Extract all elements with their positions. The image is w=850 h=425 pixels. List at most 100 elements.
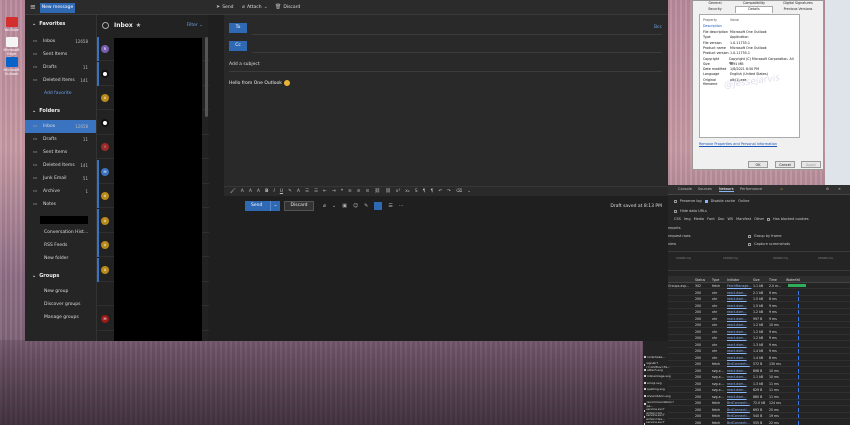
request-rows-option[interactable]: request rows (668, 234, 691, 238)
details-row[interactable]: Date modified 1/8/2021 8:50 PM (703, 67, 759, 71)
request-name-item[interactable]: node?ieke… (644, 355, 665, 359)
table-row[interactable]: 200 fetch BrdConnecti… 572 B 130 ms (668, 361, 850, 367)
apply-button[interactable]: Apply (801, 161, 821, 168)
table-row[interactable]: 200 svg-x… react-dom… 898 B 10 ms (668, 368, 850, 374)
table-row[interactable]: 200 fetch BrdConnecti… 555 B 22 ms (668, 420, 850, 425)
add-favorite-link[interactable]: Add favorite (44, 91, 72, 96)
table-row[interactable]: 200 xhr react-dom… 1.2 kB 9 ms (668, 329, 850, 335)
folder-link-new-folder[interactable]: New folder (44, 256, 68, 261)
groups-link-new-group[interactable]: New group (44, 289, 68, 294)
tab-sources[interactable]: Sources (698, 187, 712, 191)
send-button[interactable]: Send ⌄ (245, 201, 280, 211)
message-body[interactable]: Hello from One Outlook (229, 80, 290, 86)
request-name-item[interactable]: showribbon.svg (644, 394, 671, 398)
filter-media[interactable]: Media (694, 217, 705, 221)
cell-init[interactable]: BrdConnecti… (727, 362, 750, 366)
subject-input[interactable]: Add a subject (229, 62, 260, 67)
cc-field[interactable] (252, 52, 662, 53)
details-row[interactable]: Product name Microsoft One Outlook (703, 46, 767, 50)
group-by-frame-checkbox[interactable] (748, 234, 751, 238)
cell-init[interactable]: react-dom… (727, 323, 747, 327)
more-options-icon[interactable]: ⌄ (467, 189, 471, 194)
capture-screenshots-checkbox[interactable] (748, 242, 751, 246)
bold-icon[interactable]: B (265, 189, 268, 194)
folder-item[interactable]: ▭ Junk Email 51 (25, 172, 96, 185)
folder-link-rss-feeds[interactable]: RSS Feeds (44, 243, 67, 248)
col-initiator[interactable]: Initiator (727, 278, 739, 282)
filter-doc[interactable]: Doc (718, 217, 725, 221)
ok-button[interactable]: OK (748, 161, 768, 168)
request-name-item[interactable]: emoji.svg (644, 381, 661, 385)
cell-init[interactable]: react-dom… (727, 336, 747, 340)
message-list-scrollbar[interactable] (205, 37, 208, 117)
details-row[interactable]: File version 1.0.11755.1 (703, 41, 750, 45)
table-row[interactable]: 200 xhr react-dom… 1.2 kB 9 ms (668, 309, 850, 315)
ltr-icon[interactable]: ¶ (423, 189, 426, 194)
toolbar-send-button[interactable]: ➤ Send (216, 4, 234, 10)
groups-header[interactable]: ⌄ Groups (32, 273, 59, 279)
table-row[interactable]: 200 svg-x… react-dom… 829 B 11 ms (668, 387, 850, 393)
format-icon[interactable]: ☰ (388, 203, 392, 209)
cell-init[interactable]: react-dom… (727, 310, 747, 314)
select-all-checkbox[interactable] (102, 21, 109, 29)
quote-icon[interactable]: ❝ (341, 189, 343, 194)
show-ribbon-icon[interactable] (374, 202, 383, 210)
cell-init[interactable]: react-dom… (727, 317, 747, 321)
more-icon[interactable]: ⋯ (399, 203, 404, 209)
warning-icon[interactable]: ⚠ (780, 187, 783, 191)
cell-init[interactable]: react-dom… (727, 330, 747, 334)
cell-init[interactable]: react-dom… (727, 291, 747, 295)
toolbar-attach-button[interactable]: ⌀ Attach ⌄ (242, 4, 268, 10)
table-row[interactable]: 200 xhr react-dom… 1.4 kB 9 ms (668, 348, 850, 354)
request-name-item[interactable]: attach.svg (644, 368, 663, 372)
table-row[interactable]: 200 svg-x… react-dom… 1.3 kB 11 ms (668, 381, 850, 387)
preserve-log-checkbox[interactable] (674, 199, 677, 203)
cell-init[interactable]: react-dom… (727, 375, 747, 379)
groups-link-discover[interactable]: Discover groups (44, 302, 80, 307)
cell-init[interactable]: BrdConnecti… (727, 401, 750, 405)
format-painter-icon[interactable]: 🖌 (230, 189, 236, 194)
clear-format-icon[interactable]: ⌫ (456, 189, 462, 194)
request-name-item[interactable]: inlineimage.svg (644, 374, 671, 378)
cell-init[interactable]: BrdConnecti… (727, 414, 750, 418)
col-time[interactable]: Time (769, 278, 777, 282)
table-row[interactable]: 200 fetch BrdConnecti… 72.0 kB 124 ms (668, 400, 850, 406)
table-row[interactable]: 200 xhr react-dom… 1.4 kB 8 ms (668, 355, 850, 361)
numbering-icon[interactable]: ☰ (314, 189, 318, 194)
folder-item[interactable]: ▭ Drafts 11 (25, 61, 96, 74)
tab-compatibility[interactable]: Compatibility (735, 1, 773, 5)
cell-init[interactable]: react-dom… (727, 297, 747, 301)
tab-digital-signatures[interactable]: Digital Signatures (774, 1, 822, 5)
table-row[interactable]: 200 xhr react-dom… 1.3 kB 9 ms (668, 342, 850, 348)
tab-details[interactable]: Details (735, 6, 773, 13)
table-row[interactable]: 200 xhr react-dom… 2.1 kB 9 ms (668, 290, 850, 296)
folder-item[interactable]: ▭ Drafts 11 (25, 133, 96, 146)
folder-item[interactable]: ▭ Sent Items (25, 48, 96, 61)
cell-init[interactable]: BrdConnecti… (727, 408, 750, 412)
cell-init[interactable]: FetchManage… (727, 284, 752, 288)
desktop-shortcut[interactable]: Microsoft Outlook (3, 57, 20, 76)
table-row[interactable]: 200 fetch BrdConnecti… 540 B 19 ms (668, 413, 850, 419)
folder-item[interactable]: ▭ Archive 1 (25, 185, 96, 198)
groups-link-manage[interactable]: Manage groups (44, 315, 79, 320)
tab-security[interactable]: Security (696, 7, 734, 11)
folder-item[interactable]: ▭ Sent Items (25, 146, 96, 159)
filter-img[interactable]: Img (684, 217, 691, 221)
folder-item[interactable]: ▭ Inbox 12658 (25, 120, 96, 133)
send-options-chevron-icon[interactable]: ⌄ (270, 201, 280, 211)
to-field[interactable] (252, 34, 662, 35)
cell-init[interactable]: react-dom… (727, 382, 747, 386)
cell-init[interactable]: react-dom… (727, 369, 747, 373)
italic-icon[interactable]: I (273, 189, 274, 194)
superscript-icon[interactable]: x² (396, 189, 400, 194)
font-size-down-icon[interactable]: A (241, 189, 244, 194)
filter-manifest[interactable]: Manifest (736, 217, 751, 221)
details-row[interactable]: Type Application (703, 35, 748, 39)
underline-icon[interactable]: U (280, 189, 283, 194)
cell-init[interactable]: react-dom… (727, 388, 747, 392)
filter-ws[interactable]: WS (727, 217, 733, 221)
has-blocked-cookies-checkbox[interactable] (767, 217, 771, 221)
cell-init[interactable]: react-dom… (727, 304, 747, 308)
favorites-header[interactable]: ⌄ Favorites (32, 21, 65, 27)
rtl-icon[interactable]: ¶ (430, 189, 433, 194)
